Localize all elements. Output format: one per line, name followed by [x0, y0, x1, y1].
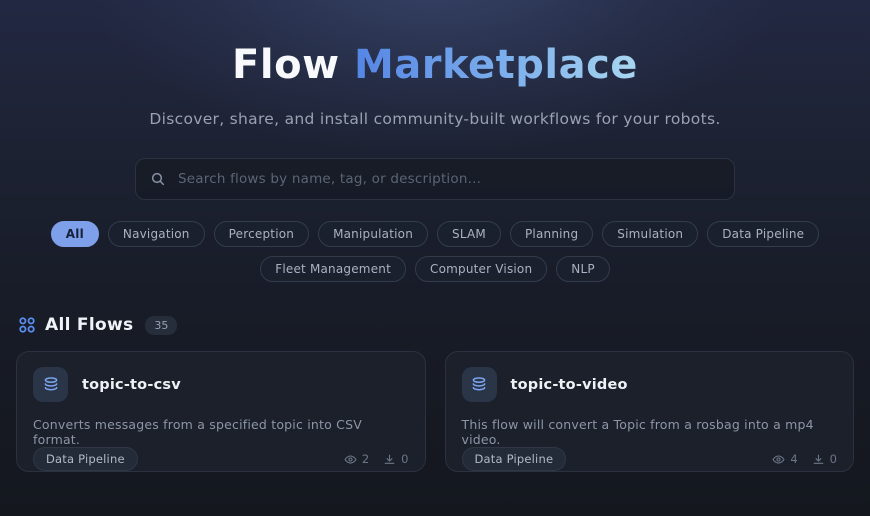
- search-input[interactable]: [178, 171, 720, 187]
- views-stat: 4: [772, 452, 798, 466]
- filter-pill-simulation[interactable]: Simulation: [602, 221, 699, 247]
- filter-pills: All Navigation Perception Manipulation S…: [0, 221, 870, 282]
- hero-section: Flow Marketplace Discover, share, and in…: [0, 0, 870, 282]
- filter-pill-manipulation[interactable]: Manipulation: [318, 221, 429, 247]
- search-icon: [151, 172, 165, 186]
- downloads-count: 0: [401, 452, 409, 466]
- page-title-accent: Marketplace: [353, 42, 638, 88]
- views-count: 4: [790, 452, 798, 466]
- downloads-stat: 0: [383, 452, 409, 466]
- grid-circles-icon: [19, 317, 35, 333]
- filter-pill-navigation[interactable]: Navigation: [107, 221, 205, 247]
- filter-pill-all[interactable]: All: [50, 221, 99, 247]
- all-flows-header: All Flows 35: [18, 315, 854, 335]
- flow-description: Converts messages from a specified topic…: [33, 417, 362, 447]
- flow-tag[interactable]: Data Pipeline: [461, 447, 567, 471]
- flow-description: This flow will convert a Topic from a ro…: [461, 417, 814, 447]
- flow-tag[interactable]: Data Pipeline: [33, 447, 138, 471]
- download-icon: [384, 454, 395, 464]
- page-title-primary: Flow: [232, 42, 340, 88]
- filter-pill-nlp[interactable]: NLP: [556, 256, 610, 282]
- flow-card-topic-to-video[interactable]: topic-to-video This flow will convert a …: [444, 351, 854, 472]
- flow-title: topic-to-video: [510, 376, 628, 393]
- flow-marketplace-page: Flow Marketplace Discover, share, and in…: [0, 0, 870, 516]
- filter-pill-slam[interactable]: SLAM: [437, 221, 501, 247]
- flow-stats: 2 0: [344, 452, 409, 466]
- database-icon: [461, 367, 497, 402]
- flow-stats: 4 0: [772, 452, 837, 466]
- page-subtitle: Discover, share, and install community-b…: [149, 110, 721, 128]
- views-count: 2: [361, 452, 370, 466]
- card-header: topic-to-video: [461, 367, 838, 402]
- downloads-stat: 0: [812, 452, 837, 466]
- flow-title: topic-to-csv: [82, 376, 181, 393]
- search-bar[interactable]: [135, 158, 735, 200]
- downloads-count: 0: [829, 452, 837, 466]
- filter-row-2: Fleet Management Computer Vision NLP: [0, 256, 870, 282]
- filter-pill-fleet-management[interactable]: Fleet Management: [260, 256, 406, 282]
- filter-pill-data-pipeline[interactable]: Data Pipeline: [707, 221, 820, 247]
- views-stat: 2: [344, 452, 369, 466]
- card-footer: Data Pipeline 2 0: [33, 447, 409, 471]
- flow-card-grid: topic-to-csv Converts messages from a sp…: [16, 351, 854, 472]
- flow-count-badge: 35: [145, 315, 178, 335]
- filter-pill-planning[interactable]: Planning: [509, 221, 594, 247]
- database-icon: [33, 367, 68, 402]
- download-icon: [813, 454, 824, 464]
- card-header: topic-to-csv: [33, 367, 409, 402]
- section-title: All Flows: [45, 315, 134, 335]
- filter-pill-perception[interactable]: Perception: [213, 221, 310, 247]
- flow-card-topic-to-csv[interactable]: topic-to-csv Converts messages from a sp…: [16, 351, 426, 472]
- filter-pill-computer-vision[interactable]: Computer Vision: [415, 256, 548, 282]
- eye-icon: [772, 454, 785, 464]
- eye-icon: [344, 454, 357, 464]
- page-title: Flow Marketplace: [0, 42, 870, 88]
- card-footer: Data Pipeline 4 0: [461, 447, 837, 471]
- filter-row-1: All Navigation Perception Manipulation S…: [0, 221, 870, 247]
